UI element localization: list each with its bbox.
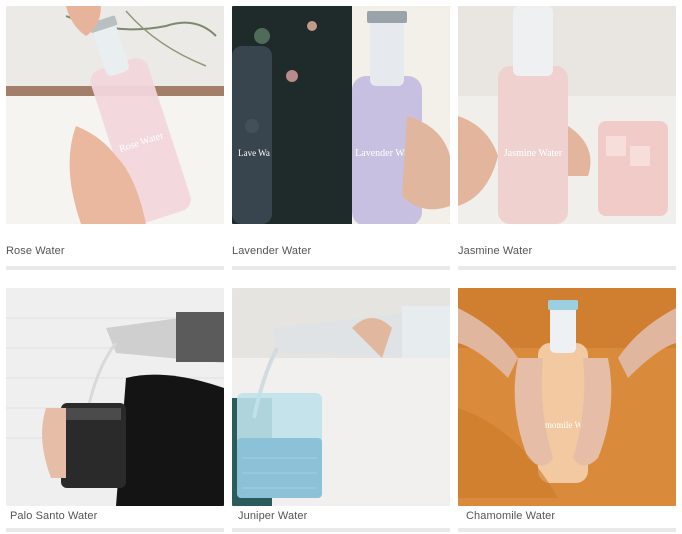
product-card-juniper-water[interactable]: Juniper Water [232,288,450,532]
divider-bar [458,266,676,270]
bottle-label-text-small: Lave Wa [238,148,270,158]
jasmine-water-photo-svg: Jasmine Water [458,6,676,224]
juniper-water-image[interactable] [232,288,450,506]
product-grid: Rose Water Rose Water Lave Wa Lavender W… [0,0,682,534]
bottle-label-text: Jasmine Water [504,148,563,159]
palo-santo-water-photo-svg [6,288,224,506]
product-card-chamomile-water[interactable]: Chamomile Water Chamomile Water [458,288,676,532]
divider-bar [6,266,224,270]
palo-santo-water-image[interactable] [6,288,224,506]
product-card-jasmine-water[interactable]: Jasmine Water Jasmine Water [458,6,676,272]
product-card-rose-water[interactable]: Rose Water Rose Water [6,6,224,272]
product-name[interactable]: Rose Water [6,245,65,257]
chamomile-water-photo-svg: Chamomile Water [458,288,676,506]
product-card-palo-santo-water[interactable]: Palo Santo Water [6,288,224,532]
divider-bar [232,266,450,270]
divider-bar [232,528,450,532]
juniper-water-photo-svg [232,288,450,506]
product-name[interactable]: Juniper Water [238,510,307,522]
lavender-water-photo-svg: Lave Wa Lavender Water [232,6,450,224]
lavender-water-image[interactable]: Lave Wa Lavender Water [232,6,450,224]
chamomile-water-image[interactable]: Chamomile Water [458,288,676,506]
product-card-lavender-water[interactable]: Lave Wa Lavender Water Lavender Water [232,6,450,272]
divider-bar [6,528,224,532]
product-name[interactable]: Lavender Water [232,245,311,257]
jasmine-water-image[interactable]: Jasmine Water [458,6,676,224]
rose-water-photo-svg: Rose Water [6,6,224,224]
rose-water-image[interactable]: Rose Water [6,6,224,224]
product-name[interactable]: Chamomile Water [466,510,555,522]
divider-bar [458,528,676,532]
product-name[interactable]: Jasmine Water [458,245,532,257]
product-name[interactable]: Palo Santo Water [10,510,97,522]
